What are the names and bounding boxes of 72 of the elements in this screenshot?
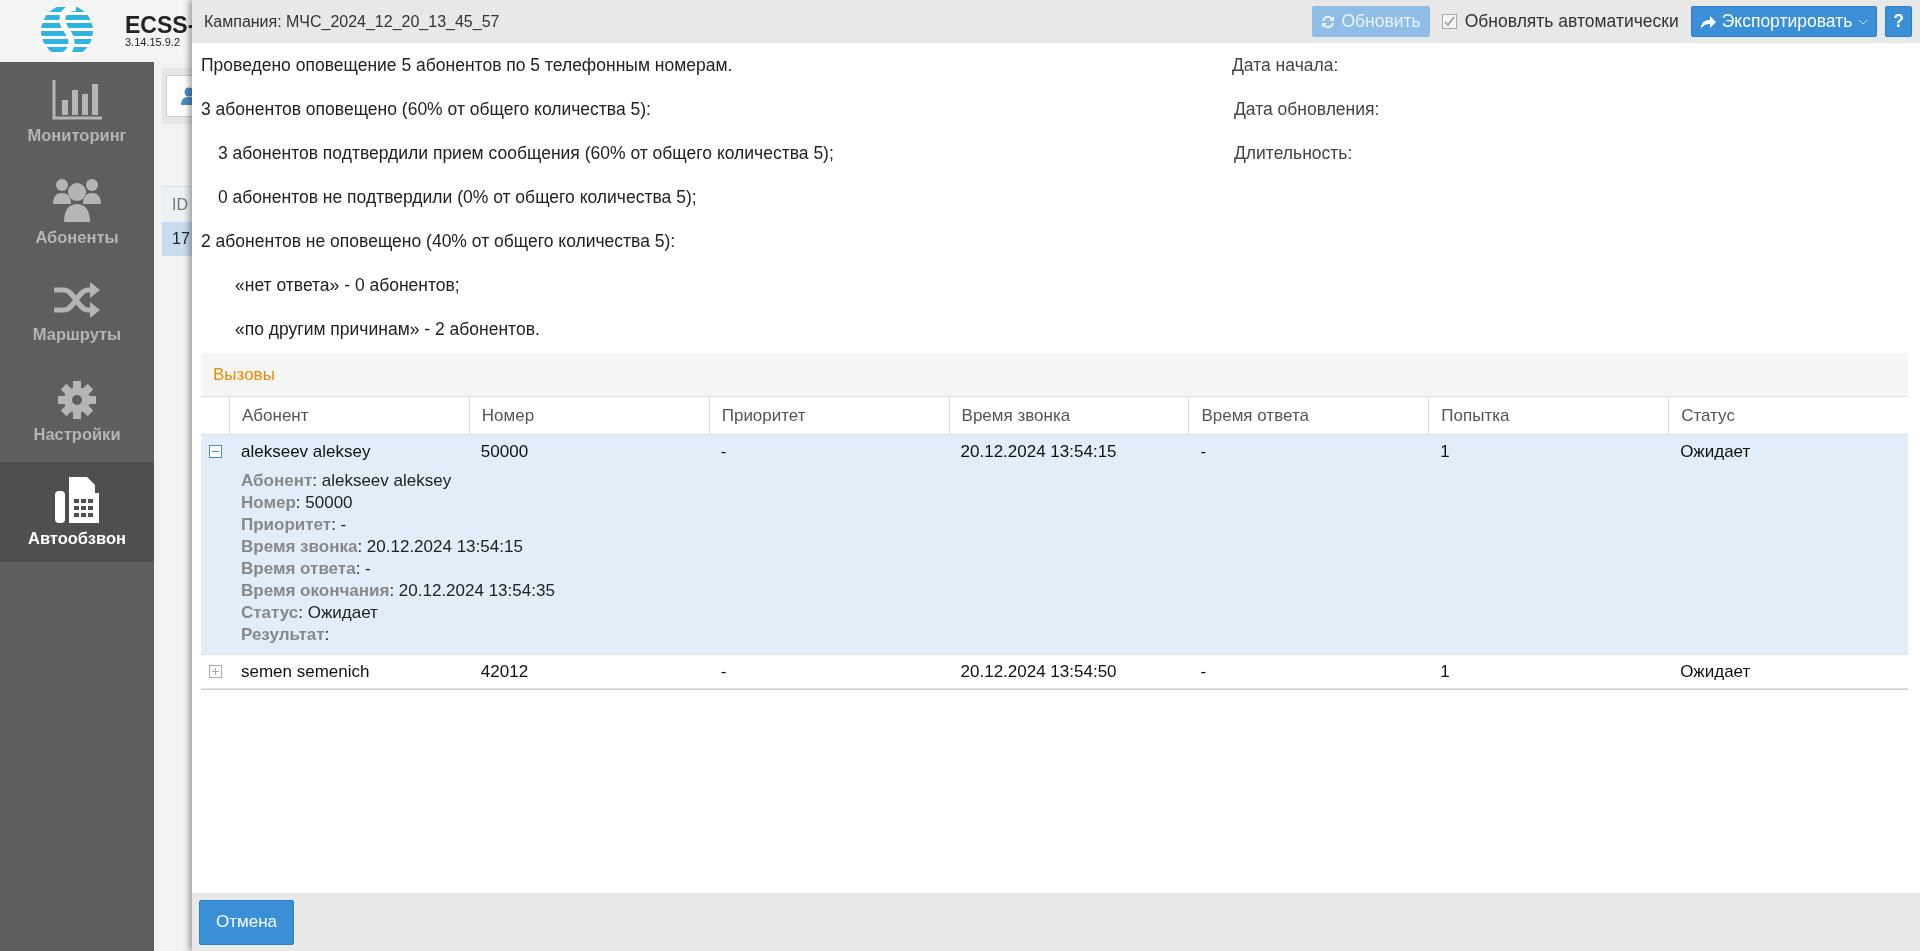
section-title: Вызовы <box>213 364 275 385</box>
sidebar-label: Мониторинг <box>27 125 127 145</box>
sidebar-label: Абоненты <box>35 227 119 247</box>
logo-icon <box>39 4 94 58</box>
sidebar-item[interactable]: Мониторинг <box>0 62 154 162</box>
table-cell-text: Ожидает <box>1679 661 1752 682</box>
sidebar-item[interactable]: Маршруты <box>0 262 154 362</box>
summary-text: 2 абонентов не оповещено (40% от общего количества 5): <box>201 230 676 252</box>
sidebar-label: Маршруты <box>32 324 122 344</box>
column-header[interactable]: Время ответа <box>1188 397 1429 434</box>
field-label: Дата обновления: <box>1234 98 1380 120</box>
column-header[interactable]: Время звонка <box>948 397 1189 434</box>
people-icon <box>53 177 101 222</box>
sidebar-item[interactable]: Автообзвон <box>0 462 154 562</box>
help-button[interactable]: ? <box>1885 6 1912 37</box>
table-cell-text: - <box>1199 661 1208 682</box>
expand-icon[interactable] <box>208 665 222 678</box>
table-cell-text: - <box>719 661 728 682</box>
sidebar-item[interactable]: Настройки <box>0 362 154 462</box>
field-label: Дата начала: <box>1232 54 1339 76</box>
column-header[interactable]: Номер <box>468 397 709 434</box>
column-header[interactable]: ID <box>172 195 188 214</box>
checkbox[interactable] <box>1441 14 1457 29</box>
detail-line: Время звонка: 20.12.2024 13:54:15 <box>241 536 524 558</box>
detail-line: Время окончания: 20.12.2024 13:54:35 <box>241 580 556 602</box>
checkbox-label: Обновлять автоматически <box>1464 11 1679 32</box>
detail-line: Время ответа: - <box>241 558 372 580</box>
detail-line: Абонент: alekseev aleksey <box>241 470 453 492</box>
app-title: ECSS- <box>125 14 196 37</box>
table-cell-text: 1 <box>1439 661 1451 682</box>
table-cell-text: 50000 <box>479 441 530 462</box>
summary-text: 0 абонентов не подтвердили (0% от общего количества 5); <box>218 186 697 208</box>
table-cell: 17 <box>172 230 190 248</box>
version-text: 3.14.15.9.2 <box>125 37 182 48</box>
column-header[interactable]: Приоритет <box>708 397 949 434</box>
summary-text: Проведено оповещение 5 абонентов по 5 телефонным номерам. <box>201 54 733 76</box>
dialog-title: Кампания: МЧС_2024_12_20_13_45_57 <box>204 12 501 31</box>
table-cell-text: semen semenich <box>240 661 371 682</box>
collapse-icon[interactable] <box>208 445 222 458</box>
column-header[interactable]: Попытка <box>1428 397 1669 434</box>
summary-text: 3 абонентов подтвердили прием сообщения (60% от общего количества 5); <box>218 142 834 164</box>
table-cell-text: - <box>719 441 728 462</box>
shuffle-icon <box>54 280 100 319</box>
table-cell-text: Ожидает <box>1679 441 1752 462</box>
table-cell-text: 20.12.2024 13:54:50 <box>959 661 1118 682</box>
export-button[interactable]: Экспортировать <box>1690 6 1878 37</box>
refresh-icon <box>1321 14 1336 29</box>
bar-chart-icon <box>52 79 102 120</box>
gear-icon <box>58 380 96 419</box>
column-header[interactable]: Статус <box>1668 397 1908 434</box>
sidebar-label: Настройки <box>33 424 121 444</box>
table-cell-text: 1 <box>1439 441 1451 462</box>
table-cell-text: 42012 <box>479 661 530 682</box>
table-cell-text: alekseev aleksey <box>240 441 372 462</box>
detail-line: Статус: Ожидает <box>241 602 379 624</box>
column-header[interactable]: Абонент <box>229 397 469 434</box>
table-cell-text: - <box>1199 441 1208 462</box>
share-arrow-icon <box>1699 14 1716 29</box>
summary-text: «по другим причинам» - 2 абонентов. <box>235 318 540 340</box>
cancel-button[interactable]: Отмена <box>199 899 294 945</box>
table-cell-text: 20.12.2024 13:54:15 <box>959 441 1118 462</box>
summary-text: 3 абонентов оповещено (60% от общего количества 5): <box>201 98 651 120</box>
detail-line: Номер: 50000 <box>241 492 354 514</box>
detail-line: Приоритет: - <box>241 514 348 536</box>
sidebar-label: Автообзвон <box>28 528 126 548</box>
caret-icon <box>1858 18 1869 25</box>
field-label: Длительность: <box>1234 142 1353 164</box>
checkmark-icon <box>1442 15 1456 28</box>
summary-text: «нет ответа» - 0 абонентов; <box>235 274 460 296</box>
fax-phone-icon <box>55 476 99 523</box>
sidebar-item[interactable]: Абоненты <box>0 162 154 262</box>
detail-line: Результат: <box>241 624 331 646</box>
